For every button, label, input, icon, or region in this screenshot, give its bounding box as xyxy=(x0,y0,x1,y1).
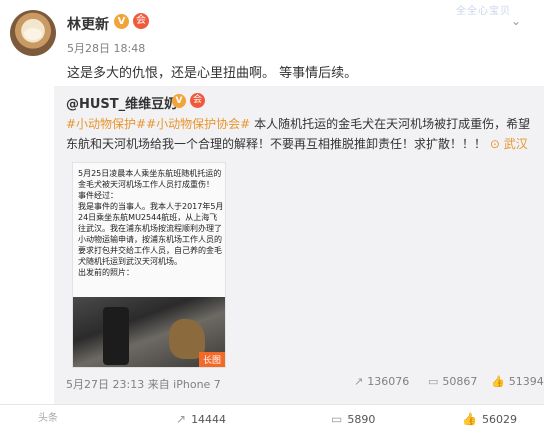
hashtag-link[interactable]: #小动物保护# xyxy=(66,117,146,131)
location-icon: ⊙ xyxy=(489,137,500,151)
location-link[interactable]: ⊙ 武汉 xyxy=(490,137,528,151)
action-bar: ↗ 14444 ▭ 5890 👍 56029 xyxy=(0,404,544,434)
forward-count: 14444 xyxy=(191,412,227,426)
repost-container: @HUST_维维豆奶 V 会 #小动物保护##小动物保护协会# 本人随机托运的金… xyxy=(54,86,544,404)
original-comment-count: 50867 xyxy=(442,375,478,388)
long-image-text: 5月25日凌晨本人乘坐东航班随机托运的金毛犬被天河机场工作人员打成重伤！ 事件经… xyxy=(78,169,224,277)
comment-icon: ▭ xyxy=(428,375,439,388)
post-author-name[interactable]: 林更新 xyxy=(67,14,109,34)
like-icon: 👍 xyxy=(491,375,505,388)
forward-button[interactable]: ↗ 14444 xyxy=(176,412,226,426)
like-button[interactable]: 👍 56029 xyxy=(462,412,517,426)
comment-count: 5890 xyxy=(347,412,376,426)
user-avatar[interactable] xyxy=(10,10,56,56)
verified-v-icon: V xyxy=(172,94,186,108)
location-label: 武汉 xyxy=(503,137,528,151)
verified-v-icon: V xyxy=(114,14,129,29)
comment-button[interactable]: ▭ 5890 xyxy=(331,412,375,426)
member-icon: 会 xyxy=(133,13,149,29)
post-timestamp[interactable]: 5月28日 18:48 xyxy=(67,40,145,56)
post-text: 这是多大的仇恨，还是心里扭曲啊。 等事情后续。 xyxy=(67,66,358,81)
forward-icon: ↗ xyxy=(354,375,364,388)
original-like-button[interactable]: 👍 51394 xyxy=(491,375,544,388)
original-forward-count: 136076 xyxy=(367,375,410,388)
chevron-down-icon[interactable]: ⌄ xyxy=(511,14,521,28)
long-image-thumbnail[interactable]: 5月25日凌晨本人乘坐东航班随机托运的金毛犬被天河机场工作人员打成重伤！ 事件经… xyxy=(72,162,226,368)
hashtag-link[interactable]: #小动物保护协会# xyxy=(146,117,250,131)
original-timestamp[interactable]: 5月27日 23:13 来自 iPhone 7 xyxy=(66,376,221,392)
original-comment-button[interactable]: ▭ 50867 xyxy=(428,375,477,388)
forward-icon: ↗ xyxy=(176,412,187,426)
original-author-link[interactable]: @HUST_维维豆奶 xyxy=(66,93,177,112)
comment-icon: ▭ xyxy=(331,412,343,426)
like-icon: 👍 xyxy=(462,412,477,426)
original-like-count: 51394 xyxy=(508,375,544,388)
like-count: 56029 xyxy=(481,412,517,426)
decoration-ribbon: 全全心宝贝 xyxy=(456,6,511,17)
member-icon: 会 xyxy=(190,93,205,108)
long-image-badge: 长图 xyxy=(198,352,225,367)
original-forward-button[interactable]: ↗ 136076 xyxy=(354,375,409,388)
original-post-text: #小动物保护##小动物保护协会# 本人随机托运的金毛犬在天河机场被打成重伤，希望… xyxy=(66,114,538,154)
